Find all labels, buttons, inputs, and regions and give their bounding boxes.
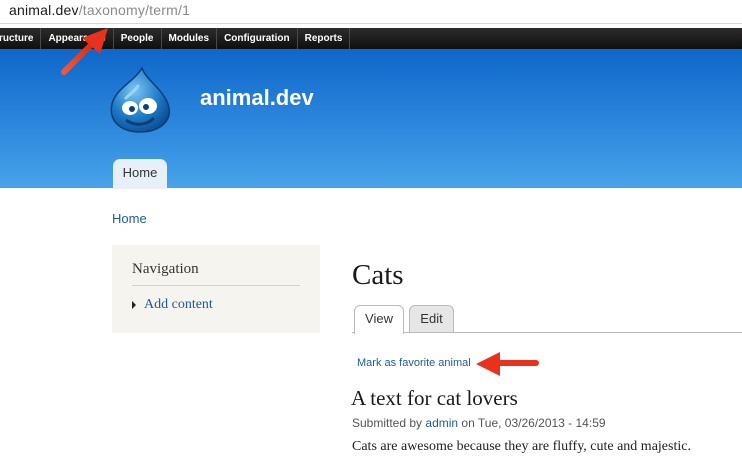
tab-edit[interactable]: Edit	[409, 305, 454, 332]
node-title[interactable]: A text for cat lovers	[351, 386, 518, 411]
site-header: animal.dev Home	[0, 49, 742, 189]
toolbar-item-configuration[interactable]: Configuration	[217, 28, 298, 49]
url-host: animal.dev	[9, 2, 79, 18]
admin-toolbar: ructure Appearance People Modules Config…	[0, 28, 742, 49]
sidebar-item-add-content[interactable]: Add content	[132, 297, 213, 313]
url-text[interactable]: animal.dev/taxonomy/term/1	[9, 2, 190, 18]
bullet-triangle-icon	[132, 301, 136, 309]
toolbar-item-reports[interactable]: Reports	[298, 28, 351, 49]
tab-home[interactable]: Home	[113, 159, 167, 189]
page-title: Cats	[352, 259, 404, 291]
toolbar-item-modules[interactable]: Modules	[162, 28, 218, 49]
tab-view[interactable]: View	[354, 305, 404, 334]
submitted-info: Submitted by admin on Tue, 03/26/2013 - …	[352, 416, 606, 430]
sidebar-navigation-block: Navigation Add content	[112, 245, 320, 333]
sidebar-title: Navigation	[132, 261, 300, 286]
address-bar[interactable]: animal.dev/taxonomy/term/1	[0, 0, 742, 24]
annotation-arrow-favorite-icon	[476, 352, 539, 376]
drupal-drop-logo-icon[interactable]	[108, 66, 172, 134]
toolbar-item-people[interactable]: People	[114, 28, 162, 49]
sidebar-link-add-content[interactable]: Add content	[144, 297, 213, 313]
toolbar-item-appearance[interactable]: Appearance	[41, 28, 114, 49]
breadcrumb-home[interactable]: Home	[112, 211, 147, 226]
node-body: Cats are awesome because they are fluffy…	[352, 439, 691, 454]
toolbar-item-structure[interactable]: ructure	[0, 28, 42, 49]
author-link[interactable]: admin	[425, 416, 458, 430]
submitted-prefix: Submitted by	[352, 416, 423, 430]
submitted-date: on Tue, 03/26/2013 - 14:59	[461, 416, 606, 430]
url-path: /taxonomy/term/1	[78, 2, 191, 18]
mark-favorite-link[interactable]: Mark as favorite animal	[357, 357, 471, 369]
site-name[interactable]: animal.dev	[200, 85, 314, 111]
tabs-divider	[352, 332, 742, 333]
